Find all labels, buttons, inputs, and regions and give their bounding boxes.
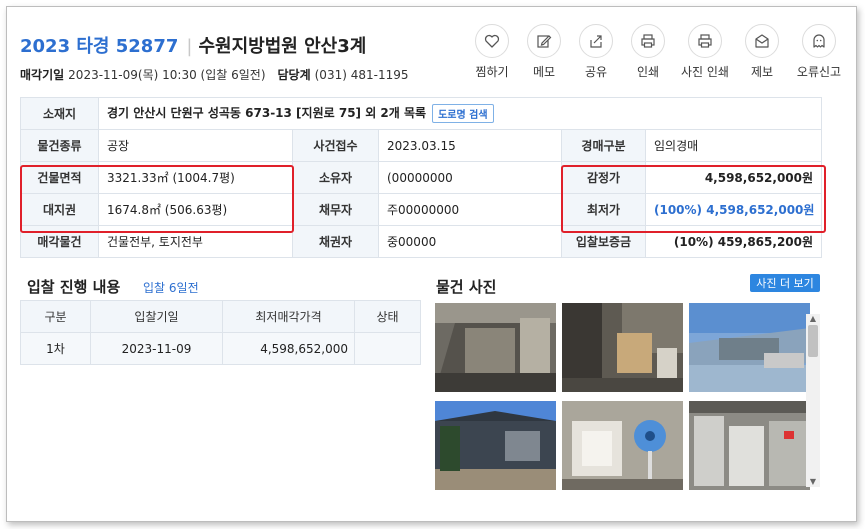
location-cell: 경기 안산시 단원구 성곡동 673-13 [지원로 75] 외 2개 목록 도로… (97, 97, 823, 130)
type-value: 공장 (98, 129, 293, 162)
photo-print-label: 사진 인쇄 (681, 65, 729, 79)
title-separator: | (186, 36, 193, 57)
property-photo[interactable] (562, 303, 683, 392)
property-photo[interactable] (435, 303, 556, 392)
print-label: 인쇄 (636, 65, 660, 79)
page-title: 2023 타경 52877 | 수원지방법원 안산3계 (20, 32, 366, 58)
location-value: 경기 안산시 단원구 성곡동 673-13 [지원로 75] 외 2개 목록 (107, 106, 427, 120)
auction-kind-label: 경매구분 (561, 129, 646, 162)
department-phone: (031) 481-1195 (314, 68, 409, 82)
heart-icon (475, 24, 509, 58)
creditor-value: 중00000 (378, 225, 562, 258)
auction-date-value: 2023-11-09(목) 10:30 (입찰 6일전) (68, 68, 266, 82)
case-subline: 매각기일 2023-11-09(목) 10:30 (입찰 6일전) 담당계 (031)… (20, 66, 408, 83)
column-header: 입찰기일 (90, 300, 223, 333)
road-search-button[interactable]: 도로명 검색 (432, 104, 494, 123)
creditor-label: 채권자 (292, 225, 379, 258)
share-button[interactable]: 공유 (570, 24, 622, 80)
bid-min-price: 4,598,652,000 (222, 332, 355, 365)
share-label: 공유 (584, 65, 608, 79)
received-value: 2023.03.15 (378, 129, 562, 162)
bidding-section-subtitle: 입찰 6일전 (143, 281, 199, 295)
auction-kind-value: 임의경매 (644, 129, 823, 162)
printer-icon (631, 24, 665, 58)
photo-scrollbar[interactable]: ▲ ▼ (806, 314, 820, 487)
scroll-up-arrow-icon[interactable]: ▲ (806, 314, 820, 324)
memo-label: 메모 (532, 65, 556, 79)
property-photo[interactable] (689, 303, 810, 392)
table-row: 1차 2023-11-09 4,598,652,000 (20, 332, 421, 365)
received-label: 사건접수 (292, 129, 379, 162)
favorite-label: 찜하기 (475, 65, 509, 79)
pencil-icon (527, 24, 561, 58)
error-report-label: 오류신고 (796, 65, 842, 79)
highlight-box-price (561, 165, 826, 233)
favorite-button[interactable]: 찜하기 (466, 24, 518, 80)
location-label: 소재지 (20, 97, 99, 130)
ghost-icon (802, 24, 836, 58)
table-header-row: 구분 입찰기일 최저매각가격 상태 (20, 300, 421, 333)
scrollbar-thumb[interactable] (808, 325, 818, 357)
column-header: 상태 (354, 300, 421, 333)
case-number[interactable]: 2023 타경 52877 (20, 36, 178, 57)
type-label: 물건종류 (20, 129, 99, 162)
bid-date: 2023-11-09 (90, 332, 223, 365)
bid-round: 1차 (20, 332, 91, 365)
property-photo[interactable] (435, 401, 556, 490)
photos-section-title: 물건 사진 (436, 278, 497, 296)
printer-icon (688, 24, 722, 58)
owner-label: 소유자 (292, 161, 379, 194)
bidding-section-title: 입찰 진행 내용 (27, 278, 121, 296)
property-photo[interactable] (689, 401, 810, 490)
scroll-down-arrow-icon[interactable]: ▼ (806, 477, 820, 487)
auction-date-label: 매각기일 (20, 68, 65, 82)
more-photos-button[interactable]: 사진 더 보기 (750, 274, 820, 292)
column-header: 최저매각가격 (222, 300, 355, 333)
court-name: 수원지방법원 안산3계 (198, 36, 367, 57)
highlight-box-area (20, 165, 294, 233)
debtor-label: 채무자 (292, 193, 379, 226)
bidding-table: 구분 입찰기일 최저매각가격 상태 1차 2023-11-09 4,598,65… (20, 300, 421, 365)
report-button[interactable]: 제보 (736, 24, 788, 80)
bid-status (354, 332, 421, 365)
table-row: 소재지 경기 안산시 단원구 성곡동 673-13 [지원로 75] 외 2개 … (20, 97, 823, 130)
photo-print-button[interactable]: 사진 인쇄 (674, 24, 736, 80)
report-label: 제보 (750, 65, 774, 79)
owner-value: (00000000 (378, 161, 562, 194)
share-icon (579, 24, 613, 58)
print-button[interactable]: 인쇄 (622, 24, 674, 80)
memo-button[interactable]: 메모 (518, 24, 570, 80)
debtor-value: 주00000000 (378, 193, 562, 226)
action-toolbar: 찜하기 메모 공유 인쇄 사진 인쇄 제보 오류신고 (466, 24, 850, 80)
error-report-button[interactable]: 오류신고 (788, 24, 850, 80)
column-header: 구분 (20, 300, 91, 333)
property-photo[interactable] (562, 401, 683, 490)
table-row: 물건종류 공장 사건접수 2023.03.15 경매구분 임의경매 (20, 129, 823, 162)
envelope-icon (745, 24, 779, 58)
case-header: 2023 타경 52877 | 수원지방법원 안산3계 매각기일 2023-11-09… (20, 24, 841, 86)
department-label: 담당계 (277, 68, 311, 82)
